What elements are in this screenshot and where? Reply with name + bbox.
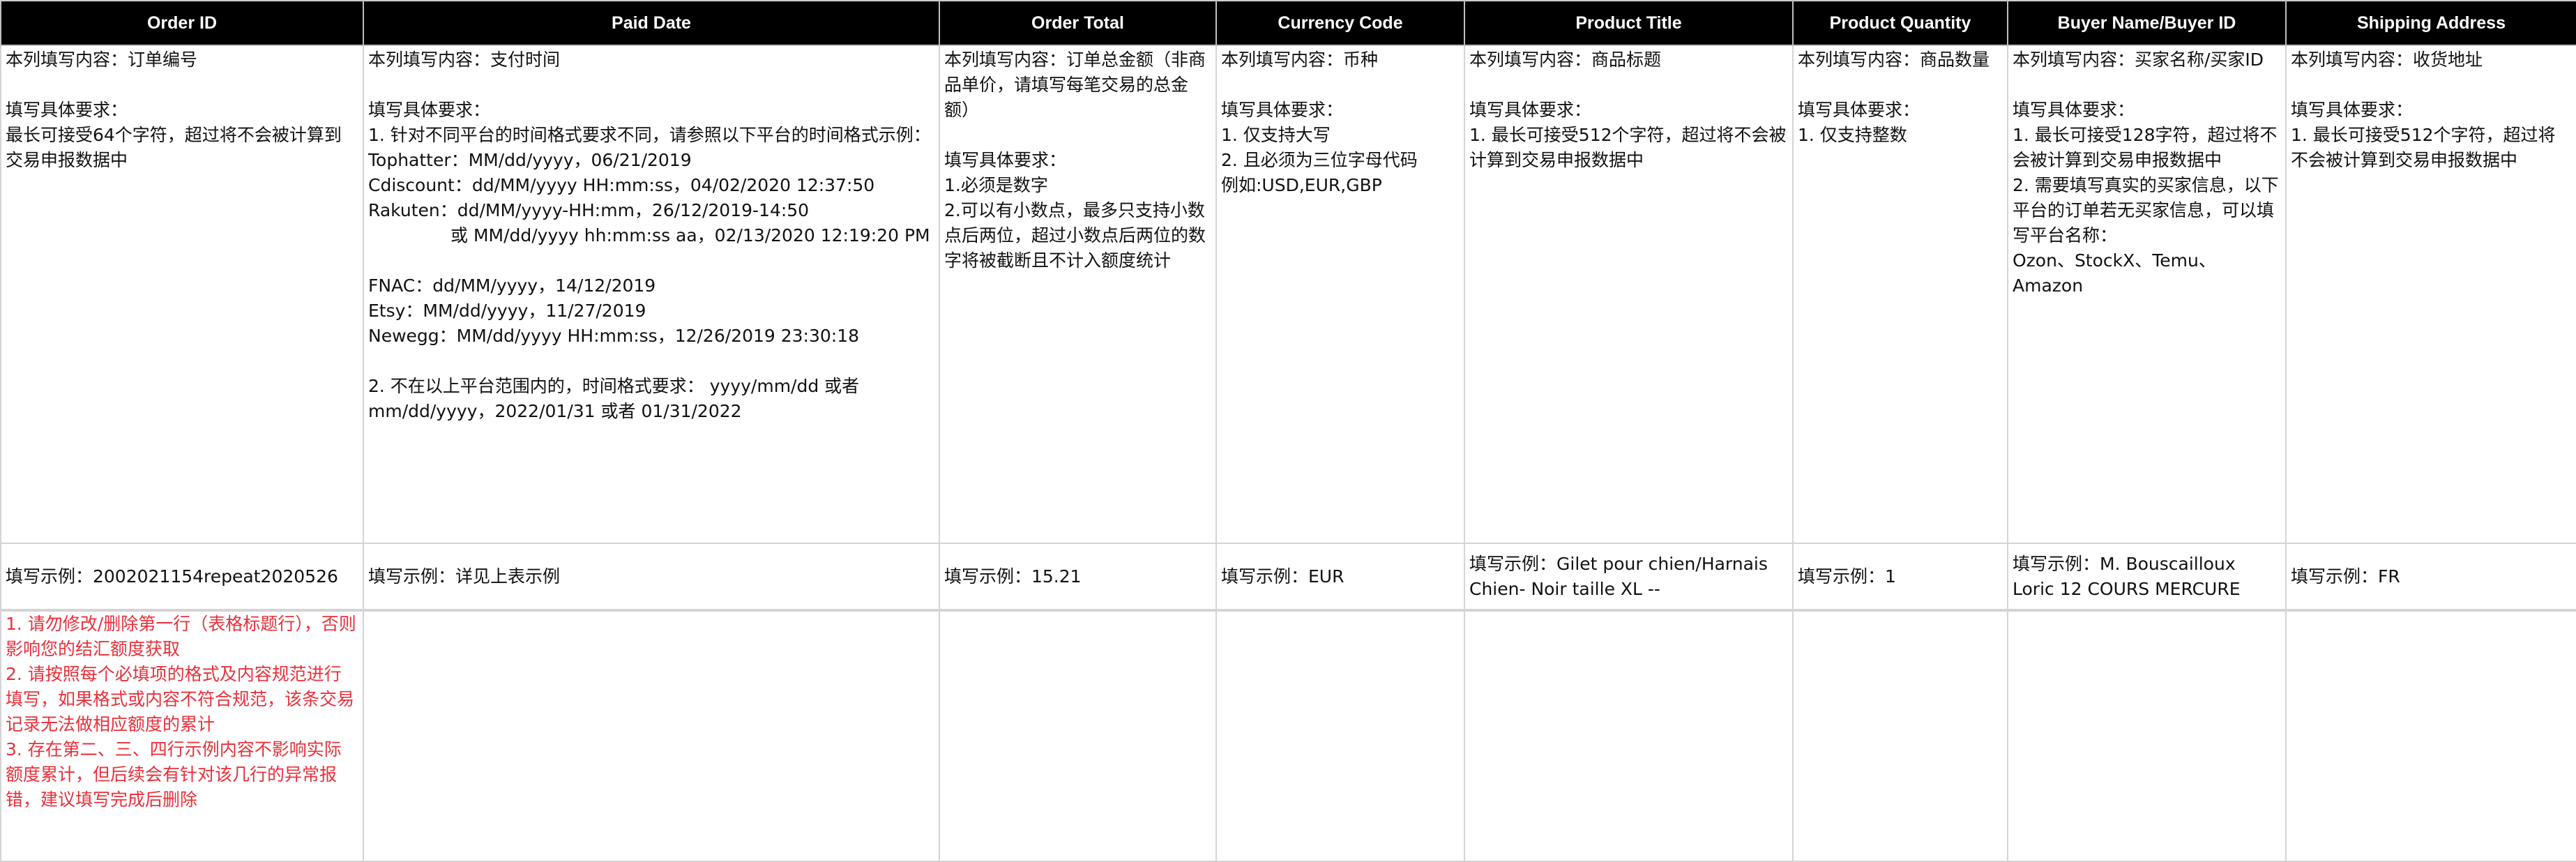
format-rakuten-alt: 或 MM/dd/yyyy hh:mm:ss aa，02/13/2020 12:1…	[450, 225, 930, 245]
header-currency-code[interactable]: Currency Code	[1215, 0, 1465, 46]
cell-buyer-example[interactable]: 填写示例：M. Bouscailloux Loric 12 COURS MERC…	[2007, 543, 2287, 612]
cell-currency-code-requirements[interactable]: 本列填写内容：币种 填写具体要求： 1. 仅支持大写 2. 且必须为三位字母代码…	[1215, 45, 1465, 544]
requirements-title: 填写具体要求：	[6, 100, 128, 120]
content-label: 本列填写内容：商品数量	[1798, 50, 1990, 70]
cell-paid-date-example[interactable]: 填写示例：详见上表示例	[363, 543, 940, 612]
requirement-line: 1. 仅支持大写	[1221, 125, 1331, 145]
format-rakuten: Rakuten：dd/MM/yyyy-HH:mm，26/12/2019-14:5…	[368, 200, 810, 220]
requirements-title: 填写具体要求：	[1798, 100, 1920, 120]
note-line: 2. 请按照每个必填项的格式及内容规范进行填写，如果格式或内容不符合规范，该条交…	[6, 664, 355, 734]
cell-product-title-requirements[interactable]: 本列填写内容：商品标题 填写具体要求： 1. 最长可接受512个字符，超过将不会…	[1464, 45, 1794, 544]
requirement-line: 1. 仅支持整数	[1798, 125, 1907, 145]
content-label: 本列填写内容：买家名称/买家ID	[2013, 50, 2264, 70]
cell-notes[interactable]: 1. 请勿修改/删除第一行（表格标题行），否则影响您的结汇额度获取 2. 请按照…	[0, 610, 364, 862]
cell-order-total-requirements[interactable]: 本列填写内容：订单总金额（非商品单价，请填写每笔交易的总金额） 填写具体要求： …	[939, 45, 1217, 544]
note-line: 3. 存在第二、三、四行示例内容不影响实际额度累计，但后续会有针对该几行的异常报…	[6, 739, 342, 810]
requirement-line: 1. 最长可接受128字符，超过将不会被计算到交易申报数据中	[2013, 125, 2278, 170]
requirement-line: 最长可接受64个字符，超过将不会被计算到交易申报数据中	[6, 125, 342, 170]
example-row: 填写示例：2002021154repeat2020526 填写示例：详见上表示例…	[0, 543, 2576, 612]
requirement-line: 例如:USD,EUR,GBP	[1221, 175, 1382, 195]
header-product-quantity[interactable]: Product Quantity	[1792, 0, 2008, 46]
cell-empty[interactable]	[1792, 610, 2008, 862]
format-newegg: Newegg：MM/dd/yyyy HH:mm:ss，12/26/2019 23…	[368, 326, 860, 346]
requirement-line: 1. 针对不同平台的时间格式要求不同，请参照以下平台的时间格式示例：	[368, 125, 931, 145]
requirement-line: 2. 不在以上平台范围内的，时间格式要求： yyyy/mm/dd 或者 mm/d…	[368, 376, 865, 421]
requirement-line: 1. 最长可接受512个字符，超过将不会被计算到交易申报数据中	[1469, 125, 1787, 170]
content-label: 本列填写内容：订单总金额（非商品单价，请填写每笔交易的总金额）	[944, 50, 1206, 120]
cell-product-quantity-example[interactable]: 填写示例：1	[1792, 543, 2008, 612]
requirements-title: 填写具体要求：	[2291, 100, 2414, 120]
cell-empty[interactable]	[2285, 610, 2576, 862]
cell-empty[interactable]	[2007, 610, 2287, 862]
content-label: 本列填写内容：收货地址	[2291, 50, 2483, 70]
header-product-title[interactable]: Product Title	[1464, 0, 1794, 46]
cell-order-id-example[interactable]: 填写示例：2002021154repeat2020526	[0, 543, 364, 612]
platform-list: Ozon、StockX、Temu、Amazon	[2013, 250, 2216, 296]
content-label: 本列填写内容：币种	[1221, 50, 1379, 70]
note-line: 1. 请勿修改/删除第一行（表格标题行），否则影响您的结汇额度获取	[6, 614, 356, 659]
requirements-title: 填写具体要求：	[944, 150, 1067, 170]
header-buyer[interactable]: Buyer Name/Buyer ID	[2007, 0, 2287, 46]
format-cdiscount: Cdiscount：dd/MM/yyyy HH:mm:ss，04/02/2020…	[368, 175, 875, 195]
requirement-line: 2.可以有小数点，最多只支持小数点后两位，超过小数点后两位的数字将被截断且不计入…	[944, 200, 1206, 271]
requirement-line: 2. 且必须为三位字母代码	[1221, 150, 1418, 170]
requirement-line: 1. 最长可接受512个字符，超过将不会被计算到交易申报数据中	[2291, 125, 2556, 170]
requirement-line: 1.必须是数字	[944, 175, 1048, 195]
format-fnac: FNAC：dd/MM/yyyy，14/12/2019	[368, 275, 656, 296]
cell-shipping-address-example[interactable]: 填写示例：FR	[2285, 543, 2576, 612]
cell-empty[interactable]	[363, 610, 940, 862]
cell-buyer-requirements[interactable]: 本列填写内容：买家名称/买家ID 填写具体要求： 1. 最长可接受128字符，超…	[2007, 45, 2287, 544]
content-label: 本列填写内容：商品标题	[1469, 50, 1662, 70]
cell-order-total-example[interactable]: 填写示例：15.21	[939, 543, 1217, 612]
cell-product-title-example[interactable]: 填写示例：Gilet pour chien/Harnais Chien- Noi…	[1464, 543, 1794, 612]
cell-order-id-requirements[interactable]: 本列填写内容：订单编号 填写具体要求： 最长可接受64个字符，超过将不会被计算到…	[0, 45, 364, 544]
content-label: 本列填写内容：支付时间	[368, 50, 561, 70]
requirements-title: 填写具体要求：	[2013, 100, 2135, 120]
format-etsy: Etsy：MM/dd/yyyy，11/27/2019	[368, 301, 646, 321]
cell-paid-date-requirements[interactable]: 本列填写内容：支付时间 填写具体要求： 1. 针对不同平台的时间格式要求不同，请…	[363, 45, 940, 544]
cell-empty[interactable]	[1464, 610, 1794, 862]
requirements-title: 填写具体要求：	[1469, 100, 1592, 120]
cell-empty[interactable]	[1215, 610, 1465, 862]
cell-product-quantity-requirements[interactable]: 本列填写内容：商品数量 填写具体要求： 1. 仅支持整数	[1792, 45, 2008, 544]
requirements-title: 填写具体要求：	[368, 100, 491, 120]
requirements-title: 填写具体要求：	[1221, 100, 1344, 120]
cell-empty[interactable]	[939, 610, 1217, 862]
content-label: 本列填写内容：订单编号	[6, 50, 198, 70]
header-row: Order ID Paid Date Order Total Currency …	[0, 0, 2576, 46]
requirement-line: 2. 需要填写真实的买家信息，以下平台的订单若无买家信息，可以填写平台名称：	[2013, 175, 2279, 245]
header-shipping-address[interactable]: Shipping Address	[2285, 0, 2576, 46]
spreadsheet-table: Order ID Paid Date Order Total Currency …	[0, 0, 2576, 862]
format-tophatter: Tophatter：MM/dd/yyyy，06/21/2019	[368, 150, 692, 170]
requirements-row: 本列填写内容：订单编号 填写具体要求： 最长可接受64个字符，超过将不会被计算到…	[0, 45, 2576, 544]
cell-currency-code-example[interactable]: 填写示例：EUR	[1215, 543, 1465, 612]
notes-row: 1. 请勿修改/删除第一行（表格标题行），否则影响您的结汇额度获取 2. 请按照…	[0, 610, 2576, 862]
header-order-total[interactable]: Order Total	[939, 0, 1217, 46]
cell-shipping-address-requirements[interactable]: 本列填写内容：收货地址 填写具体要求： 1. 最长可接受512个字符，超过将不会…	[2285, 45, 2576, 544]
header-order-id[interactable]: Order ID	[0, 0, 364, 46]
header-paid-date[interactable]: Paid Date	[363, 0, 940, 46]
